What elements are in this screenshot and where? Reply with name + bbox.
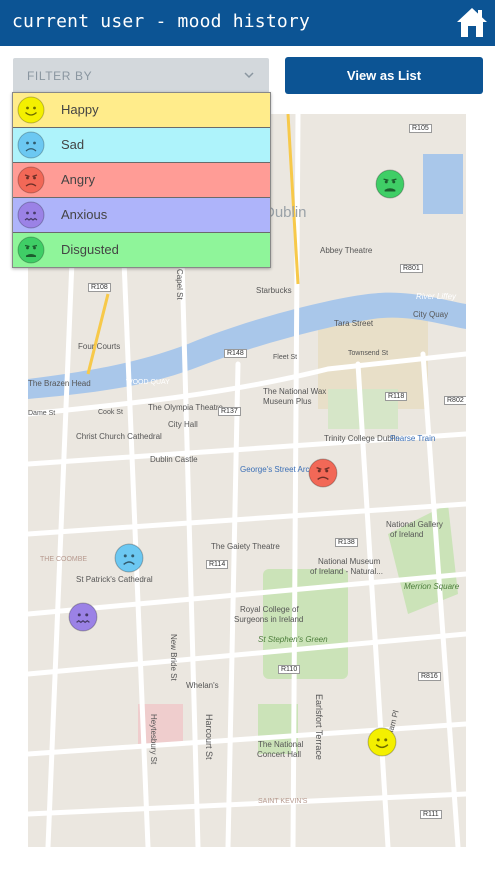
mood-option-label: Happy xyxy=(61,102,99,117)
map-label: Capel St xyxy=(175,269,184,300)
map-label: Abbey Theatre xyxy=(320,246,373,255)
mood-pin-angry[interactable] xyxy=(308,458,338,488)
mood-option-anxious[interactable]: Anxious xyxy=(13,198,270,233)
map-label: Surgeons in Ireland xyxy=(234,615,304,624)
road-shield: R108 xyxy=(88,283,111,292)
road-shield: R801 xyxy=(400,264,423,273)
map-label: St Patrick's Cathedral xyxy=(76,575,153,584)
mood-pin-anxious[interactable] xyxy=(68,602,98,632)
map-label: Starbucks xyxy=(256,286,292,295)
map-label: National Museum xyxy=(318,557,381,566)
mood-option-angry[interactable]: Angry xyxy=(13,163,270,198)
home-icon[interactable] xyxy=(454,4,490,40)
road-shield: R118 xyxy=(385,392,408,401)
road-shield: R138 xyxy=(335,538,358,547)
map-label: Pearse Train xyxy=(390,434,436,443)
map-label: Museum Plus xyxy=(263,397,312,406)
map-label: Townsend St xyxy=(348,350,389,357)
mood-pin-happy[interactable] xyxy=(367,727,397,757)
road-shield: R114 xyxy=(206,560,229,569)
mood-option-label: Sad xyxy=(61,137,85,152)
angry-face-icon xyxy=(17,166,45,194)
map-label: Concert Hall xyxy=(257,750,302,759)
mood-option-label: Anxious xyxy=(61,207,108,222)
mood-pin-sad[interactable] xyxy=(114,543,144,573)
map-label: Harcourt St xyxy=(204,714,214,760)
filter-dropdown[interactable]: FILTER BY xyxy=(13,58,269,93)
map-label: Cook St xyxy=(98,409,123,416)
mood-option-disgusted[interactable]: Disgusted xyxy=(13,233,270,267)
map-label: River Liffey xyxy=(416,292,457,301)
map-label: Earlsfort Terrace xyxy=(314,694,324,760)
filter-label: FILTER BY xyxy=(27,69,93,83)
map-label: National Gallery xyxy=(386,520,443,529)
map-label: The Olympia Theatre xyxy=(148,403,223,412)
map-label: of Ireland - Natural... xyxy=(310,567,383,576)
anxious-face-icon xyxy=(17,201,45,229)
map-label: Christ Church Cathedral xyxy=(76,432,162,441)
disgusted-face-icon xyxy=(17,236,45,264)
road-shield: R802 xyxy=(444,396,466,405)
road-shield: R148 xyxy=(224,349,247,358)
map-label: WOOD QUAY xyxy=(126,379,170,386)
map-label: The Gaiety Theatre xyxy=(211,542,280,551)
mood-option-label: Angry xyxy=(61,172,95,187)
view-as-list-button[interactable]: View as List xyxy=(285,57,483,94)
mood-option-happy[interactable]: Happy xyxy=(13,93,270,128)
chevron-down-icon xyxy=(244,72,254,79)
map-label: The National xyxy=(258,740,304,749)
map-label: Dublin Castle xyxy=(150,455,198,464)
map-label: Merrion Square xyxy=(404,582,460,591)
map-label: The National Wax xyxy=(263,387,327,396)
app-bar: current user - mood history xyxy=(0,0,495,46)
mood-pin-disgusted[interactable] xyxy=(375,169,405,199)
map-label: Trinity College Dublin xyxy=(324,434,400,443)
map-label: Royal College of xyxy=(240,605,299,614)
map-label: City Hall xyxy=(168,420,198,429)
map-label: Four Courts xyxy=(78,342,121,351)
page-title: current user - mood history xyxy=(12,11,310,32)
map-label: SAINT KEVIN'S xyxy=(258,798,308,805)
happy-face-icon xyxy=(17,96,45,124)
mood-filter-menu: Happy Sad Angry Anxious Disgusted xyxy=(12,92,271,268)
map-label: Whelan's xyxy=(186,681,219,690)
map-label: St Stephen's Green xyxy=(258,635,328,644)
road-shield: R137 xyxy=(218,407,241,416)
map-label: The Brazen Head xyxy=(28,379,91,388)
road-shield: R816 xyxy=(418,672,441,681)
map-label: THE COOMBE xyxy=(40,556,88,563)
map-label: New Bride St xyxy=(169,634,178,681)
mood-option-sad[interactable]: Sad xyxy=(13,128,270,163)
map-label: Fleet St xyxy=(273,354,298,361)
road-shield: R105 xyxy=(409,124,432,133)
map-label: Heytesbury St xyxy=(149,714,158,765)
map-label: Dame St xyxy=(28,410,56,417)
map-label: Tara Street xyxy=(334,319,374,328)
road-shield: R110 xyxy=(278,665,301,674)
map-label: City Quay xyxy=(413,310,449,319)
sad-face-icon xyxy=(17,131,45,159)
road-shield: R111 xyxy=(420,810,442,819)
map-label: of Ireland xyxy=(390,530,424,539)
mood-option-label: Disgusted xyxy=(61,242,119,257)
